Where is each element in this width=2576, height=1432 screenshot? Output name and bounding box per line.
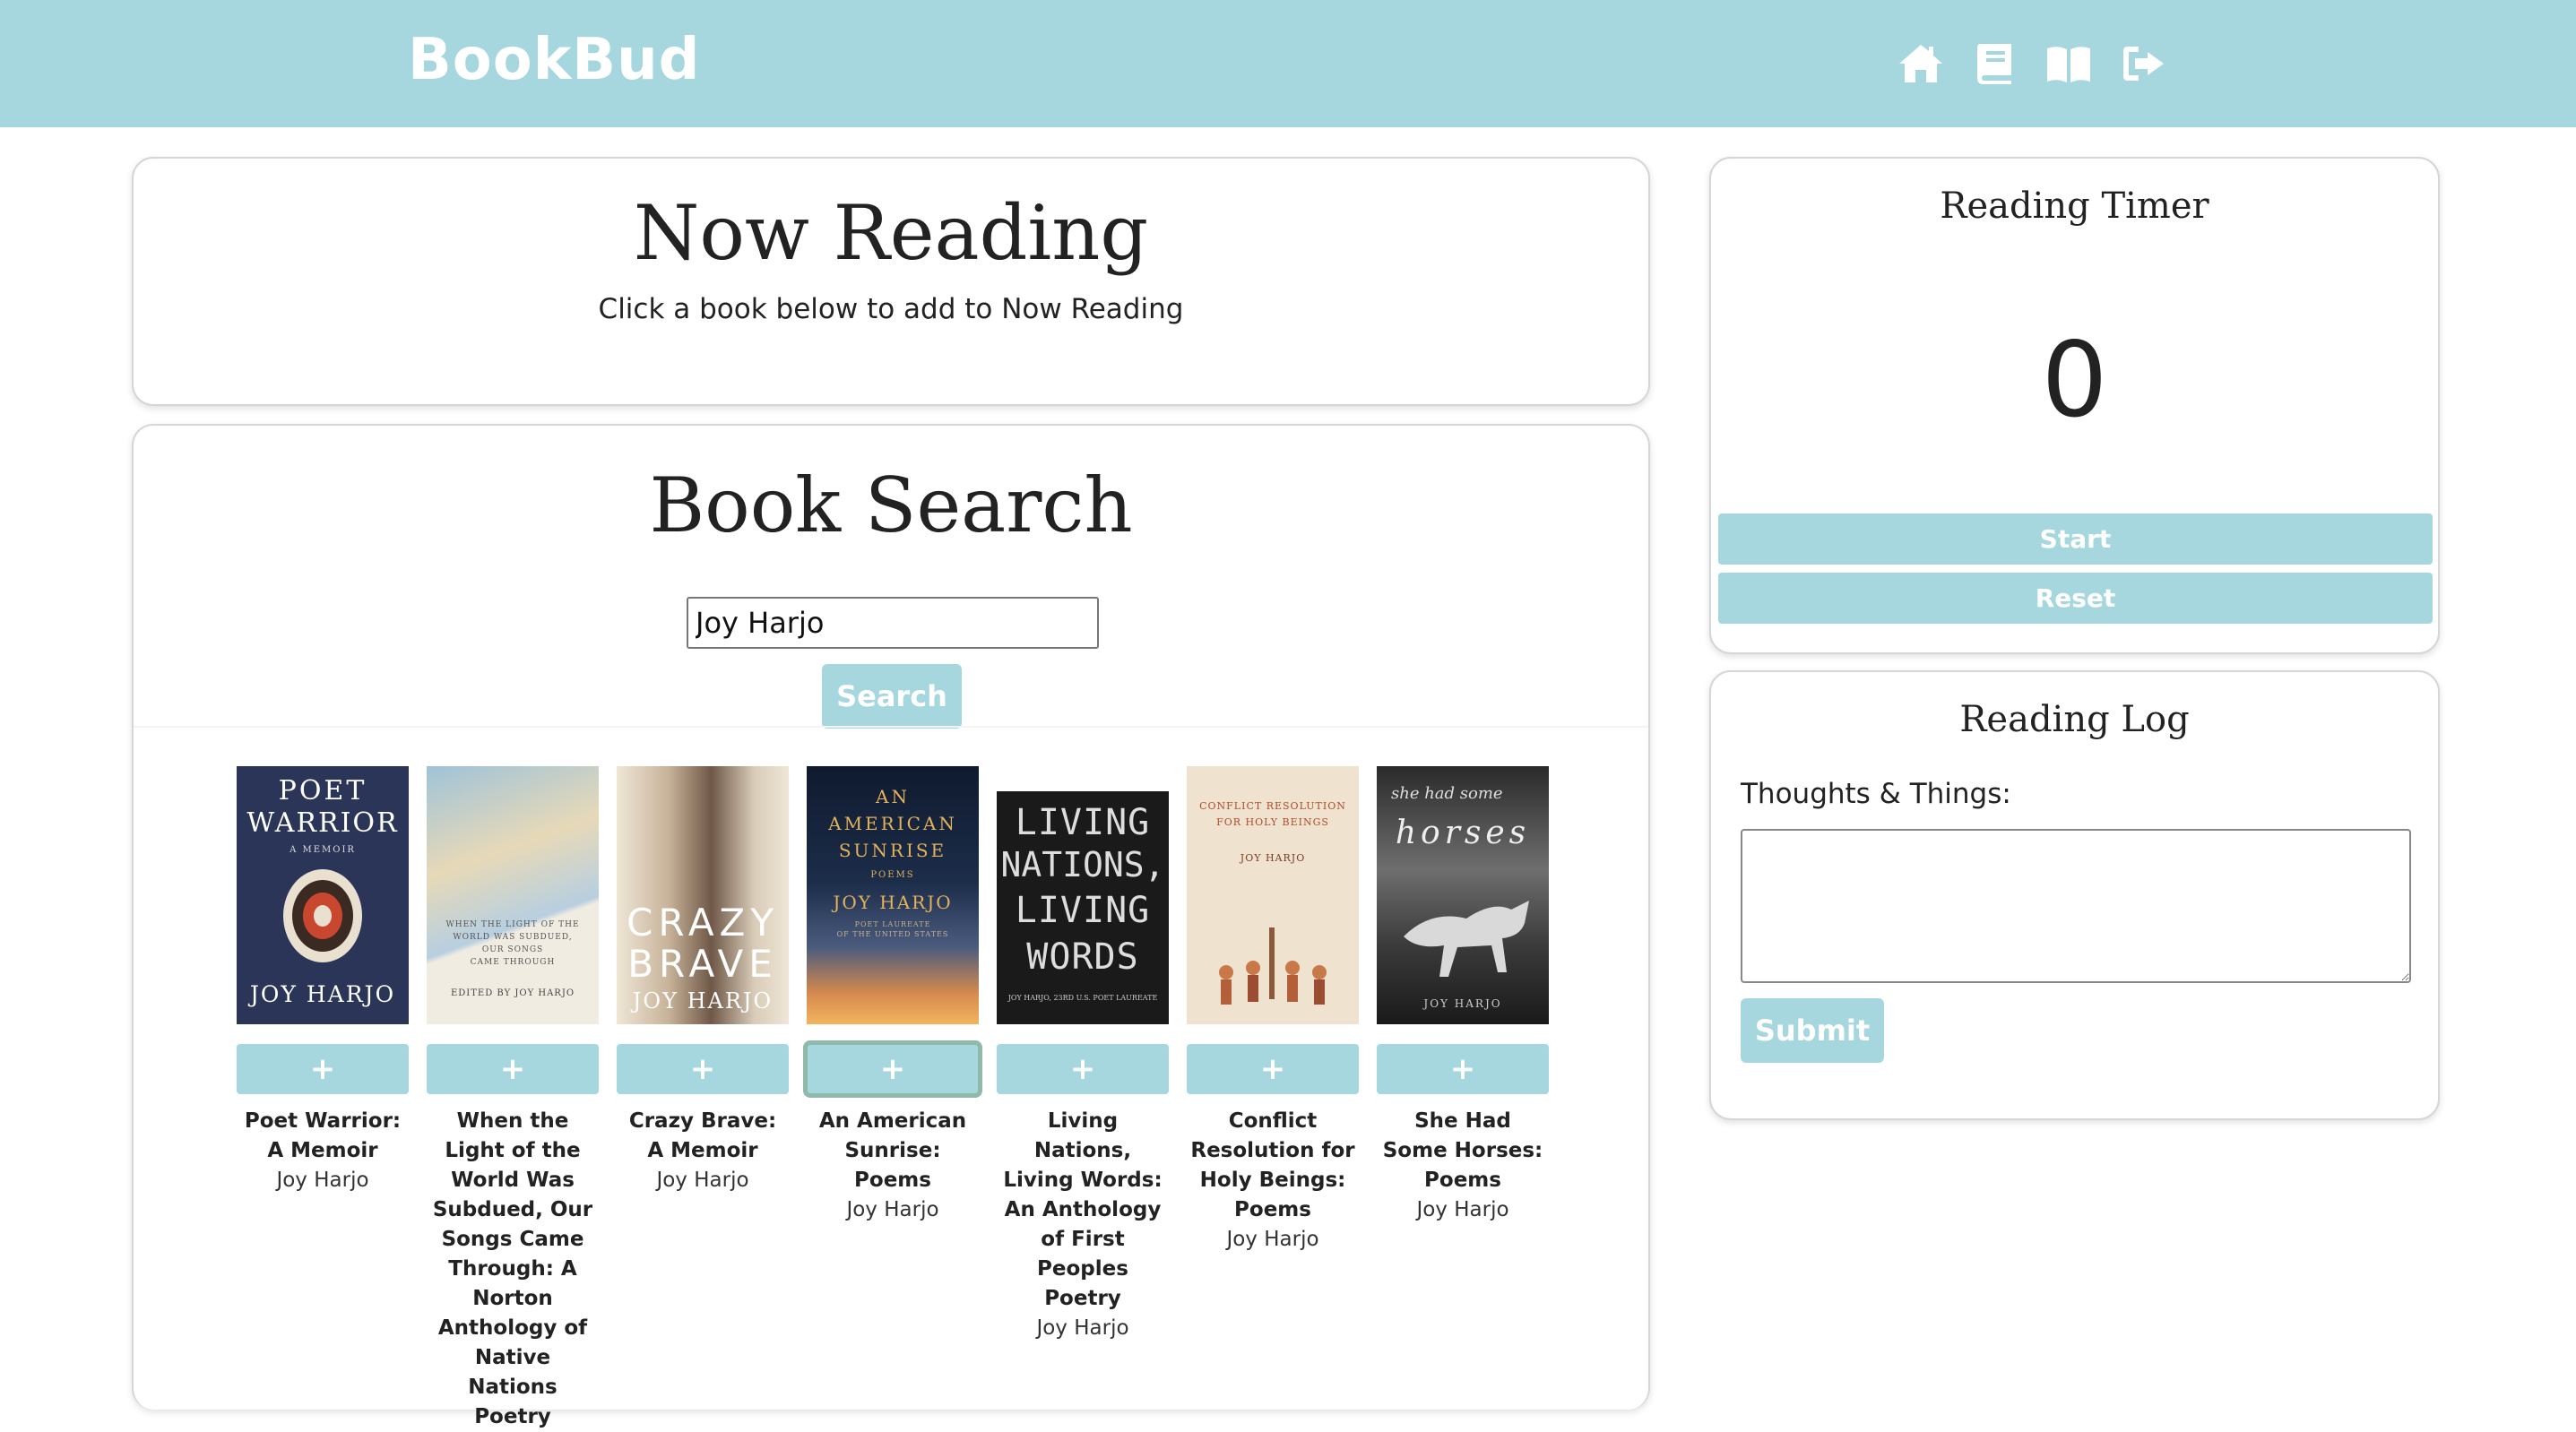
search-button[interactable]: Search [822,664,962,729]
cover-text: JOY HARJO [1423,997,1502,1010]
cover-text: CRAZY [627,901,779,945]
book-author: Joy Harjo [1416,1198,1509,1221]
cover-text: LIVING [1015,890,1151,931]
cover-text: SUNRISE [838,840,947,861]
timer-display: 0 [2041,320,2108,441]
add-book-button[interactable]: + [1187,1044,1359,1094]
cover-text: OUR SONGS [481,945,544,954]
book-card-crazy-brave: CRAZY BRAVE JOY HARJO + Crazy Brave: A M… [617,766,789,1195]
cover-text: FOR HOLY BEINGS [1216,816,1329,828]
book-search-title: Book Search [649,462,1133,549]
sign-out-icon[interactable] [2121,41,2167,86]
cover-text: CAME THROUGH [470,958,556,967]
book-cover[interactable]: CONFLICT RESOLUTION FOR HOLY BEINGS JOY … [1187,766,1359,1024]
cover-text: POET [278,775,367,807]
cover-text: horses [1395,815,1531,851]
book-title: Crazy Brave: A Memoir [628,1109,777,1162]
search-input[interactable] [687,597,1099,649]
cover-text: CONFLICT RESOLUTION [1199,800,1346,812]
cover-text: AN [876,786,910,807]
reading-timer-card: Reading Timer 0 Start Reset [1709,157,2440,654]
divider [134,726,1648,728]
cover-text: WARRIOR [246,807,399,839]
start-button[interactable]: Start [1718,513,2433,565]
reset-button[interactable]: Reset [1718,573,2433,624]
reading-timer-title: Reading Timer [1940,185,2209,227]
book-title: Living Nations, Living Words: An Antholo… [1003,1109,1163,1310]
book-card-american-sunrise: AN AMERICAN SUNRISE POEMS JOY HARJO POET… [803,766,982,1225]
book-cover[interactable]: POET WARRIOR A MEMOIR JOY HARJO [237,766,409,1024]
book-title: She Had Some Horses: Poems [1382,1109,1543,1192]
book-title: An American Sunrise: Poems [818,1109,967,1192]
book-title: When the Light of the World Was Subdued,… [432,1109,593,1428]
book-author: Joy Harjo [846,1198,939,1221]
cover-text: JOY HARJO [632,988,774,1014]
cover-text: WORDS [1026,936,1139,978]
cover-text: OF THE UNITED STATES [836,930,949,938]
reading-log-title: Reading Log [1959,699,2190,740]
book-cover[interactable]: she had some horses JOY HARJO [1377,766,1549,1024]
add-book-button[interactable]: + [237,1044,409,1094]
book-author: Joy Harjo [1036,1316,1129,1340]
book-author: Joy Harjo [1226,1228,1319,1251]
home-icon[interactable] [1897,41,1944,86]
book-author: Joy Harjo [276,1169,369,1192]
shield-artwork [283,869,362,962]
book-cover[interactable]: AN AMERICAN SUNRISE POEMS JOY HARJO POET… [807,766,979,1024]
cover-text: WORLD WAS SUBDUED, [453,933,573,942]
book-card-when-the-light: WHEN THE LIGHT OF THE WORLD WAS SUBDUED,… [427,766,599,1432]
book-card-she-had-some-horses: she had some horses JOY HARJO + She Had … [1377,766,1549,1225]
cover-text: JOY HARJO [833,892,953,913]
cover-text: JOY HARJO, 23RD U.S. POET LAUREATE [1007,994,1158,1002]
book-icon[interactable] [1972,41,2018,86]
now-reading-title: Now Reading [633,189,1149,277]
add-book-button[interactable]: + [427,1044,599,1094]
cover-text: JOY HARJO [249,981,396,1007]
book-cover[interactable]: WHEN THE LIGHT OF THE WORLD WAS SUBDUED,… [427,766,599,1024]
cover-text: POEMS [870,870,915,880]
book-title: Poet Warrior: A Memoir [244,1109,402,1162]
submit-button[interactable]: Submit [1741,998,1884,1063]
cover-text: she had some [1391,784,1503,803]
add-book-button[interactable]: + [997,1044,1169,1094]
horse-artwork [1404,901,1529,977]
brand-logo[interactable]: BookBud [408,27,700,93]
cover-text: JOY HARJO [1240,852,1306,864]
cover-text: NATIONS, [1000,845,1165,884]
open-book-icon[interactable] [2045,41,2092,86]
cover-text: LIVING [1015,802,1151,843]
add-book-button[interactable]: + [1377,1044,1549,1094]
book-card-living-nations: LIVING NATIONS, LIVING WORDS JOY HARJO, … [997,766,1169,1343]
book-card-conflict-resolution: CONFLICT RESOLUTION FOR HOLY BEINGS JOY … [1187,766,1359,1255]
add-book-button[interactable]: + [617,1044,789,1094]
dancers-artwork [1219,927,1327,1005]
cover-text: BRAVE [627,942,778,986]
book-author: Joy Harjo [656,1169,749,1192]
cover-text: POET LAUREATE [854,920,931,928]
cover-text: WHEN THE LIGHT OF THE [445,920,580,929]
now-reading-hint: Click a book below to add to Now Reading [598,293,1184,325]
cover-text: EDITED BY JOY HARJO [450,988,575,998]
cover-text: A MEMOIR [290,845,356,855]
thoughts-label: Thoughts & Things: [1741,778,2011,810]
book-cover[interactable]: CRAZY BRAVE JOY HARJO [617,766,789,1024]
book-cover[interactable]: LIVING NATIONS, LIVING WORDS JOY HARJO, … [997,766,1169,1024]
add-book-button[interactable]: + [803,1040,982,1098]
cover-text: AMERICAN [828,813,957,834]
book-card-poet-warrior: POET WARRIOR A MEMOIR JOY HARJO + Poet W… [237,766,409,1195]
top-navbar: BookBud [0,0,2576,127]
now-reading-card: Now Reading Click a book below to add to… [132,157,1650,406]
reading-log-card: Reading Log Thoughts & Things: Submit [1709,670,2440,1120]
book-title: Conflict Resolution for Holy Beings: Poe… [1190,1109,1355,1221]
book-search-card: Book Search Search POET WARRIOR A MEMOIR… [132,424,1650,1428]
thoughts-textarea[interactable] [1741,829,2411,983]
